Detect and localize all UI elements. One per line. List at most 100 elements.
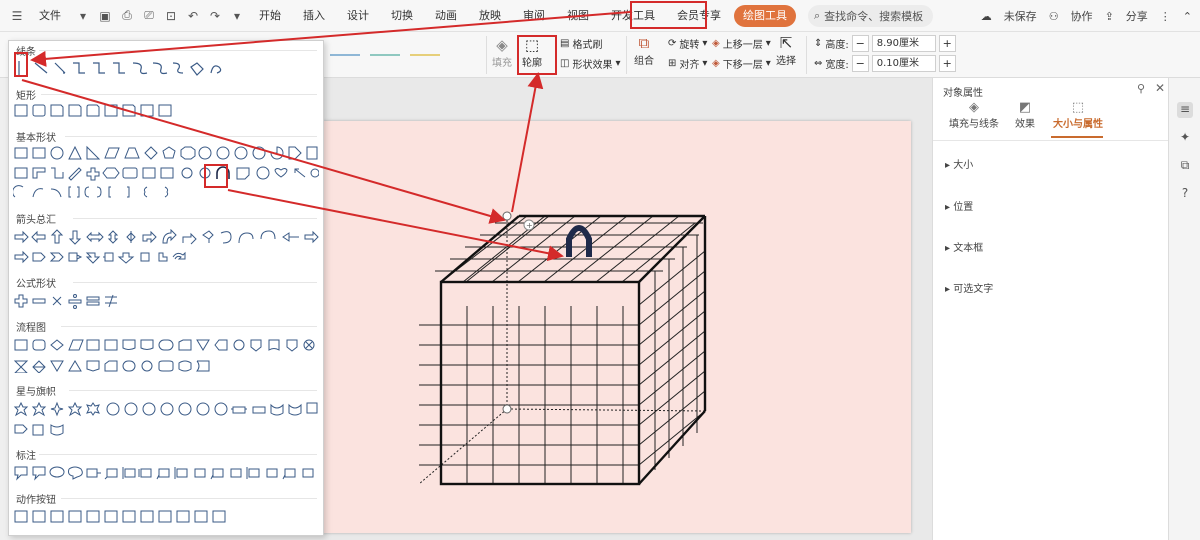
file-menu[interactable]: 文件: [30, 5, 70, 27]
tab-drawing-tools[interactable]: 绘图工具: [734, 4, 796, 27]
lines-row[interactable]: [13, 59, 223, 77]
brush-icon: ▤: [560, 38, 570, 49]
width-increment[interactable]: +: [938, 55, 956, 72]
category-rectangles: 矩形: [16, 91, 36, 102]
tab-slideshow[interactable]: 放映: [470, 5, 510, 27]
tab-animation[interactable]: 动画: [426, 5, 466, 27]
section-text-box[interactable]: ▸ 文本框: [945, 239, 983, 254]
section-alt-text[interactable]: ▸ 可选文字: [945, 280, 993, 295]
slide-canvas[interactable]: +: [323, 121, 911, 533]
print-icon[interactable]: ⎚: [140, 7, 158, 25]
width-decrement[interactable]: −: [851, 55, 869, 72]
active-tab-indicator: [1051, 136, 1103, 138]
close-icon[interactable]: ✕: [1155, 81, 1165, 95]
copy-icon[interactable]: ⧉: [1177, 158, 1193, 174]
highlight-drawing-tools: [630, 1, 707, 29]
effect-icon: ◫: [560, 58, 570, 69]
collab-icon: ⚇: [1048, 9, 1059, 23]
send-backward-button[interactable]: ◈ 下移一层 ▾: [712, 56, 771, 71]
chevron-down-icon[interactable]: ▾: [74, 7, 92, 25]
animation-icon[interactable]: ✦: [1177, 130, 1193, 146]
category-flowchart: 流程图: [16, 323, 46, 334]
category-arrows: 箭头总汇: [16, 215, 56, 226]
pin-icon[interactable]: ⚲: [1137, 82, 1145, 95]
arrows-grid[interactable]: [13, 229, 319, 265]
more-icon[interactable]: ▾: [228, 7, 246, 25]
callouts-row[interactable]: [13, 465, 319, 481]
panel-title: 对象属性: [943, 88, 983, 99]
height-decrement[interactable]: −: [851, 35, 869, 52]
category-callouts: 标注: [16, 451, 36, 462]
fill-button[interactable]: ◈ 填充: [492, 36, 512, 69]
height-increment[interactable]: +: [938, 35, 956, 52]
tab-design[interactable]: 设计: [338, 5, 378, 27]
chevron-down-icon: ▾: [702, 58, 708, 69]
search-box[interactable]: ⌕ 查找命令、搜索模板: [808, 4, 934, 27]
size-icon: ⬚: [1071, 100, 1085, 115]
preview-icon[interactable]: ⊡: [162, 7, 180, 25]
search-icon: ⌕: [814, 8, 821, 22]
collab-button[interactable]: 协作: [1071, 8, 1093, 24]
unsaved-status[interactable]: 未保存: [1004, 8, 1037, 24]
group-button[interactable]: ⧉ 组合: [634, 34, 654, 67]
share-icon: ⇪: [1104, 9, 1114, 23]
stars-grid[interactable]: [13, 401, 319, 437]
chevron-down-icon: ▾: [765, 58, 771, 69]
share-button[interactable]: 分享: [1126, 8, 1148, 24]
rotate-button[interactable]: ⟳ 旋转 ▾: [668, 36, 707, 51]
svg-text:+: +: [526, 221, 533, 230]
menu-bar: ☰ 文件 ▾ ▣ ⎙ ⎚ ⊡ ↶ ↷ ▾ 开始 插入 设计 切换 动画 放映 审…: [0, 0, 1200, 32]
undo-icon[interactable]: ↶: [184, 7, 202, 25]
tab-view[interactable]: 视图: [558, 5, 598, 27]
front-face-grid: [419, 306, 639, 484]
section-position[interactable]: ▸ 位置: [945, 198, 973, 213]
category-action-buttons: 动作按钮: [16, 495, 56, 506]
properties-icon[interactable]: ≡: [1177, 102, 1193, 118]
collapse-icon[interactable]: ⌃: [1183, 10, 1192, 23]
tab-insert[interactable]: 插入: [294, 5, 334, 27]
basic-shapes-grid[interactable]: [13, 145, 319, 201]
redo-icon[interactable]: ↷: [206, 7, 224, 25]
menu-left: ☰ 文件 ▾ ▣ ⎙ ⎚ ⊡ ↶ ↷ ▾ 开始 插入 设计 切换 动画 放映 审…: [0, 4, 934, 27]
category-equation-shapes: 公式形状: [16, 279, 56, 290]
object-properties-panel: 对象属性 ⚲ ✕ ◈ 填充与线条 ◩ 效果 ⬚ 大小与属性 ▸ 大小 ▸ 位置 …: [932, 78, 1169, 540]
select-button[interactable]: ⇱ 选择: [776, 34, 796, 67]
hamburger-icon[interactable]: ☰: [8, 7, 26, 25]
height-input[interactable]: 8.90厘米: [871, 35, 936, 52]
rectangles-row[interactable]: [13, 103, 173, 119]
width-input[interactable]: 0.10厘米: [871, 55, 936, 72]
section-size[interactable]: ▸ 大小: [945, 156, 973, 171]
tab-start[interactable]: 开始: [250, 5, 290, 27]
format-painter-button[interactable]: ▤ 格式刷: [560, 36, 602, 51]
shapes-dropdown-panel: 线条 矩形 基本形状 箭头总汇 公式形状 流程图 星与旗帜 标注 动作按钮: [8, 40, 324, 536]
flowchart-grid[interactable]: [13, 337, 319, 373]
category-stars-banners: 星与旗帜: [16, 387, 56, 398]
selection-handle-top: [502, 211, 512, 221]
more-options-icon[interactable]: ⋮: [1160, 10, 1171, 23]
tab-size-properties[interactable]: ⬚ 大小与属性: [1053, 100, 1103, 130]
shape-effect-button[interactable]: ◫ 形状效果 ▾: [560, 56, 620, 71]
menu-right: ☁ 未保存 ⚇ 协作 ⇪ 分享 ⋮ ⌃: [981, 0, 1192, 32]
cube-drawing[interactable]: +: [323, 121, 911, 533]
cursor-icon: ⇱: [779, 34, 793, 52]
fill-bucket-icon: ◈: [969, 100, 979, 115]
help-icon[interactable]: ?: [1177, 186, 1193, 202]
align-button[interactable]: ⊞ 对齐 ▾: [668, 56, 707, 71]
height-icon: ⇕: [814, 38, 823, 49]
chevron-down-icon: ▾: [765, 38, 771, 49]
tab-review[interactable]: 审阅: [514, 5, 554, 27]
tab-effect[interactable]: ◩ 效果: [1015, 100, 1035, 130]
line-style-gallery[interactable]: [330, 42, 470, 68]
hidden-edges: [418, 216, 706, 485]
action-buttons-row[interactable]: [13, 509, 253, 525]
export-icon[interactable]: ⎙: [118, 7, 136, 25]
highlight-line-shape: [14, 52, 28, 77]
tab-fill-line[interactable]: ◈ 填充与线条: [949, 100, 999, 130]
rotate-icon: ⟳: [668, 38, 677, 49]
fill-label: 填充: [492, 58, 512, 69]
equation-shapes-row[interactable]: [13, 293, 133, 309]
bring-forward-button[interactable]: ◈ 上移一层 ▾: [712, 36, 771, 51]
save-icon[interactable]: ▣: [96, 7, 114, 25]
height-row: ⇕ 高度: − 8.90厘米 +: [814, 35, 956, 52]
tab-transition[interactable]: 切换: [382, 5, 422, 27]
